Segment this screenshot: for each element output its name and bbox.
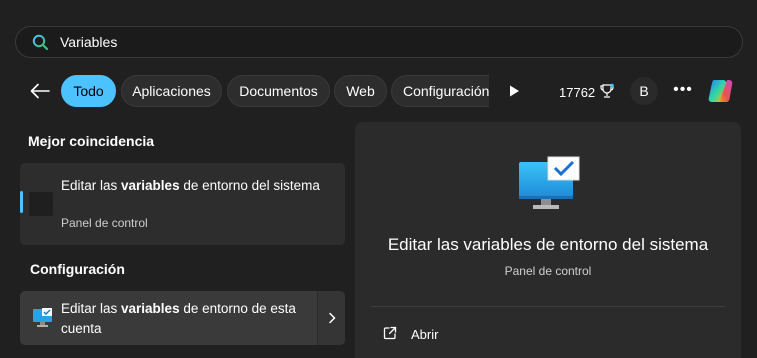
avatar[interactable]: B: [630, 77, 658, 105]
trophy-icon: [599, 83, 615, 102]
points-value: 17762: [559, 85, 596, 100]
more-options-icon[interactable]: •••: [672, 79, 694, 101]
open-action[interactable]: Abrir: [383, 326, 438, 343]
preview-pane: Editar las variables de entorno del sist…: [355, 122, 741, 358]
rewards-points[interactable]: 17762: [559, 83, 615, 102]
system-settings-icon: [32, 307, 54, 329]
result-title: Editar las variables de entorno del sist…: [61, 178, 320, 193]
chevron-right-icon[interactable]: [318, 291, 345, 345]
tab-documentos[interactable]: Documentos: [227, 75, 330, 107]
search-icon: [30, 32, 50, 52]
tab-todo[interactable]: Todo: [61, 75, 116, 107]
preview-subtitle: Panel de control: [504, 264, 592, 278]
result-subtitle: Panel de control: [61, 216, 148, 230]
open-external-icon: [383, 326, 397, 343]
settings-heading: Configuración: [30, 261, 125, 277]
control-panel-icon: [29, 192, 53, 216]
search-bar[interactable]: [15, 26, 743, 58]
selection-indicator: [20, 191, 23, 213]
filter-row: Todo Aplicaciones Documentos Web Configu…: [0, 74, 757, 108]
system-properties-icon: [519, 156, 581, 212]
result-title: Editar las variables de entorno de esta …: [61, 301, 296, 336]
divider: [371, 306, 725, 307]
scroll-right-icon[interactable]: [505, 82, 523, 100]
search-input[interactable]: [60, 34, 660, 50]
preview-title: Editar las variables de entorno del sist…: [387, 235, 709, 254]
tab-web[interactable]: Web: [334, 75, 387, 107]
copilot-icon[interactable]: [704, 75, 736, 107]
back-arrow-icon[interactable]: [27, 78, 53, 104]
best-match-heading: Mejor coincidencia: [28, 133, 155, 149]
settings-result[interactable]: Editar las variables de entorno de esta …: [20, 291, 345, 345]
open-label: Abrir: [411, 327, 439, 342]
tab-aplicaciones[interactable]: Aplicaciones: [121, 75, 222, 107]
tab-configuracion[interactable]: Configuración: [391, 75, 489, 107]
best-match-result[interactable]: Editar las variables de entorno del sist…: [20, 163, 345, 245]
